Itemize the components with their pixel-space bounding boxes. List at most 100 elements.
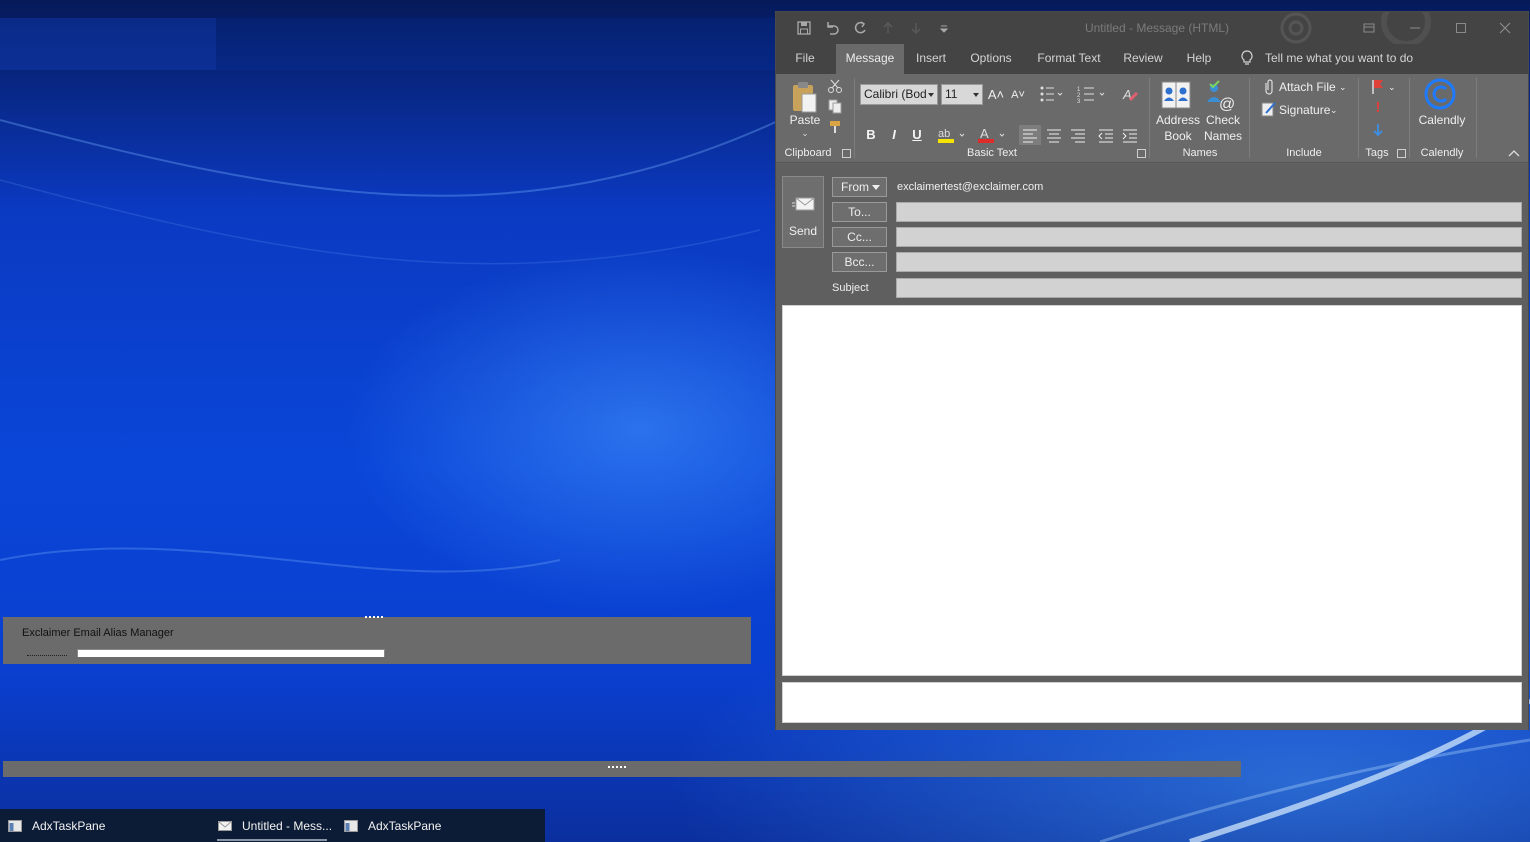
tell-me-search[interactable]: Tell me what you want to do — [1240, 50, 1413, 66]
font-color-icon[interactable]: A — [976, 125, 1010, 145]
taskbar-item-adxtaskpane-1[interactable]: AdxTaskPane — [8, 809, 105, 842]
maximize-icon[interactable] — [1438, 12, 1484, 44]
message-body[interactable] — [782, 305, 1522, 676]
send-button[interactable]: Send — [782, 176, 824, 248]
window-app-icon — [8, 819, 22, 832]
calendly-icon[interactable] — [1424, 78, 1456, 110]
align-center-icon[interactable] — [1043, 125, 1065, 145]
send-icon — [792, 197, 815, 211]
bullets-icon[interactable] — [1038, 84, 1064, 104]
calendly-button-label[interactable]: Calendly — [1414, 113, 1470, 128]
highlight-color-icon[interactable]: ab — [936, 125, 970, 145]
paste-dropdown-icon[interactable]: ⌄ — [786, 126, 824, 141]
font-size-value: 11 — [945, 87, 958, 101]
address-book-icon[interactable] — [1159, 80, 1193, 112]
to-field[interactable] — [896, 202, 1522, 222]
basic-text-launcher-icon[interactable] — [1137, 149, 1146, 158]
tab-review[interactable]: Review — [1121, 44, 1165, 74]
svg-text:3: 3 — [1077, 99, 1081, 104]
flag-dropdown-icon[interactable]: ⌄ — [1388, 80, 1396, 95]
tab-options[interactable]: Options — [966, 44, 1016, 74]
ribbon-separator — [1149, 78, 1150, 158]
ribbon-separator — [1476, 78, 1477, 158]
increase-indent-icon[interactable] — [1119, 125, 1141, 145]
subject-field[interactable] — [896, 278, 1522, 298]
outlook-message-window: Untitled - Message (HTML) File Message I… — [775, 11, 1529, 730]
taskbar: AdxTaskPane Untitled - Mess... AdxTaskPa… — [0, 809, 545, 842]
cc-button[interactable]: Cc... — [832, 227, 887, 247]
ribbon-separator — [1249, 78, 1250, 158]
high-importance-icon[interactable]: ! — [1370, 100, 1386, 115]
tab-message[interactable]: Message — [836, 44, 904, 74]
tab-help[interactable]: Help — [1182, 44, 1216, 74]
bcc-field[interactable] — [896, 252, 1522, 272]
bcc-button[interactable]: Bcc... — [832, 252, 887, 272]
attach-dropdown-icon[interactable]: ⌄ — [1339, 80, 1347, 95]
tags-launcher-icon[interactable] — [1397, 149, 1406, 158]
taskbar-label: AdxTaskPane — [32, 818, 106, 833]
taskbar-label: Untitled - Mess... — [242, 818, 333, 833]
subject-label: Subject — [832, 282, 869, 294]
collapse-ribbon-icon[interactable] — [1506, 146, 1522, 160]
pane-resize-grip[interactable] — [365, 616, 383, 619]
numbering-icon[interactable]: 123 — [1076, 84, 1108, 104]
grow-font-icon[interactable]: A˄ — [986, 87, 1006, 102]
copy-icon[interactable] — [827, 98, 843, 114]
signature-dropdown-icon[interactable]: ⌄ — [1330, 103, 1338, 118]
chevron-down-icon — [973, 93, 979, 97]
from-button[interactable]: From — [832, 177, 887, 197]
tab-format-text[interactable]: Format Text — [1033, 44, 1105, 74]
attach-icon — [1262, 78, 1276, 96]
desktop-ghost-region — [216, 18, 776, 70]
check-names-label-line2[interactable]: Names — [1200, 129, 1246, 144]
close-icon[interactable] — [1482, 12, 1528, 44]
align-right-icon[interactable] — [1067, 125, 1089, 145]
group-label-include: Include — [1286, 147, 1322, 159]
clipboard-launcher-icon[interactable] — [842, 149, 851, 158]
font-name-dropdown[interactable]: Calibri (Bod — [860, 84, 938, 105]
chevron-down-icon — [872, 185, 880, 190]
font-name-value: Calibri (Bod — [864, 87, 927, 101]
ribbon-display-options-icon[interactable] — [1346, 12, 1392, 44]
taskbar-item-adxtaskpane-2[interactable]: AdxTaskPane — [344, 809, 441, 842]
decrease-indent-icon[interactable] — [1095, 125, 1117, 145]
from-email-address: exclaimertest@exclaimer.com — [897, 181, 1044, 193]
clear-formatting-icon[interactable]: A — [1121, 84, 1141, 104]
svg-text:@: @ — [1219, 96, 1235, 112]
flag-icon[interactable] — [1370, 78, 1386, 96]
exclaimer-alias-manager-pane: Exclaimer Email Alias Manager — [3, 616, 751, 664]
taskbar-item-untitled-message[interactable]: Untitled - Mess... — [218, 809, 332, 842]
cut-icon[interactable] — [827, 78, 843, 94]
tab-insert[interactable]: Insert — [913, 44, 949, 74]
format-painter-icon[interactable] — [827, 119, 843, 135]
check-names-label-line1[interactable]: Check — [1200, 113, 1246, 128]
to-button[interactable]: To... — [832, 202, 887, 222]
address-book-label-line1[interactable]: Address — [1156, 113, 1200, 128]
mail-app-icon — [218, 820, 232, 831]
ribbon: Paste ⌄ Clipboard Calibri (Bod 11 A˄ A˅ … — [776, 74, 1528, 163]
shrink-font-icon[interactable]: A˅ — [1008, 88, 1028, 103]
group-label-calendly: Calendly — [1420, 147, 1464, 159]
low-importance-icon[interactable] — [1370, 122, 1386, 138]
exclaimer-pane-title: Exclaimer Email Alias Manager — [22, 627, 174, 639]
window-app-icon — [344, 819, 358, 832]
pane-resize-grip[interactable] — [608, 766, 626, 769]
check-names-icon[interactable]: @ — [1204, 80, 1238, 112]
address-book-label-line2[interactable]: Book — [1156, 129, 1200, 144]
signature-icon — [1260, 100, 1278, 118]
bold-button[interactable]: B — [860, 125, 882, 145]
italic-button[interactable]: I — [883, 125, 905, 145]
compose-area: Send From exclaimertest@exclaimer.com To… — [776, 164, 1528, 730]
from-label: From — [841, 180, 869, 194]
send-as-dropdown[interactable] — [77, 649, 385, 657]
signature-button[interactable]: Signature — [1279, 103, 1330, 118]
adx-bottom-pane[interactable] — [782, 682, 1522, 723]
font-size-dropdown[interactable]: 11 — [941, 84, 983, 105]
minimize-icon[interactable] — [1392, 12, 1438, 44]
attach-file-button[interactable]: Attach File — [1279, 80, 1336, 95]
paste-icon[interactable] — [790, 80, 820, 114]
cc-field[interactable] — [896, 227, 1522, 247]
tab-file[interactable]: File — [786, 44, 824, 74]
align-left-icon[interactable] — [1019, 125, 1041, 145]
underline-button[interactable]: U — [906, 125, 928, 145]
